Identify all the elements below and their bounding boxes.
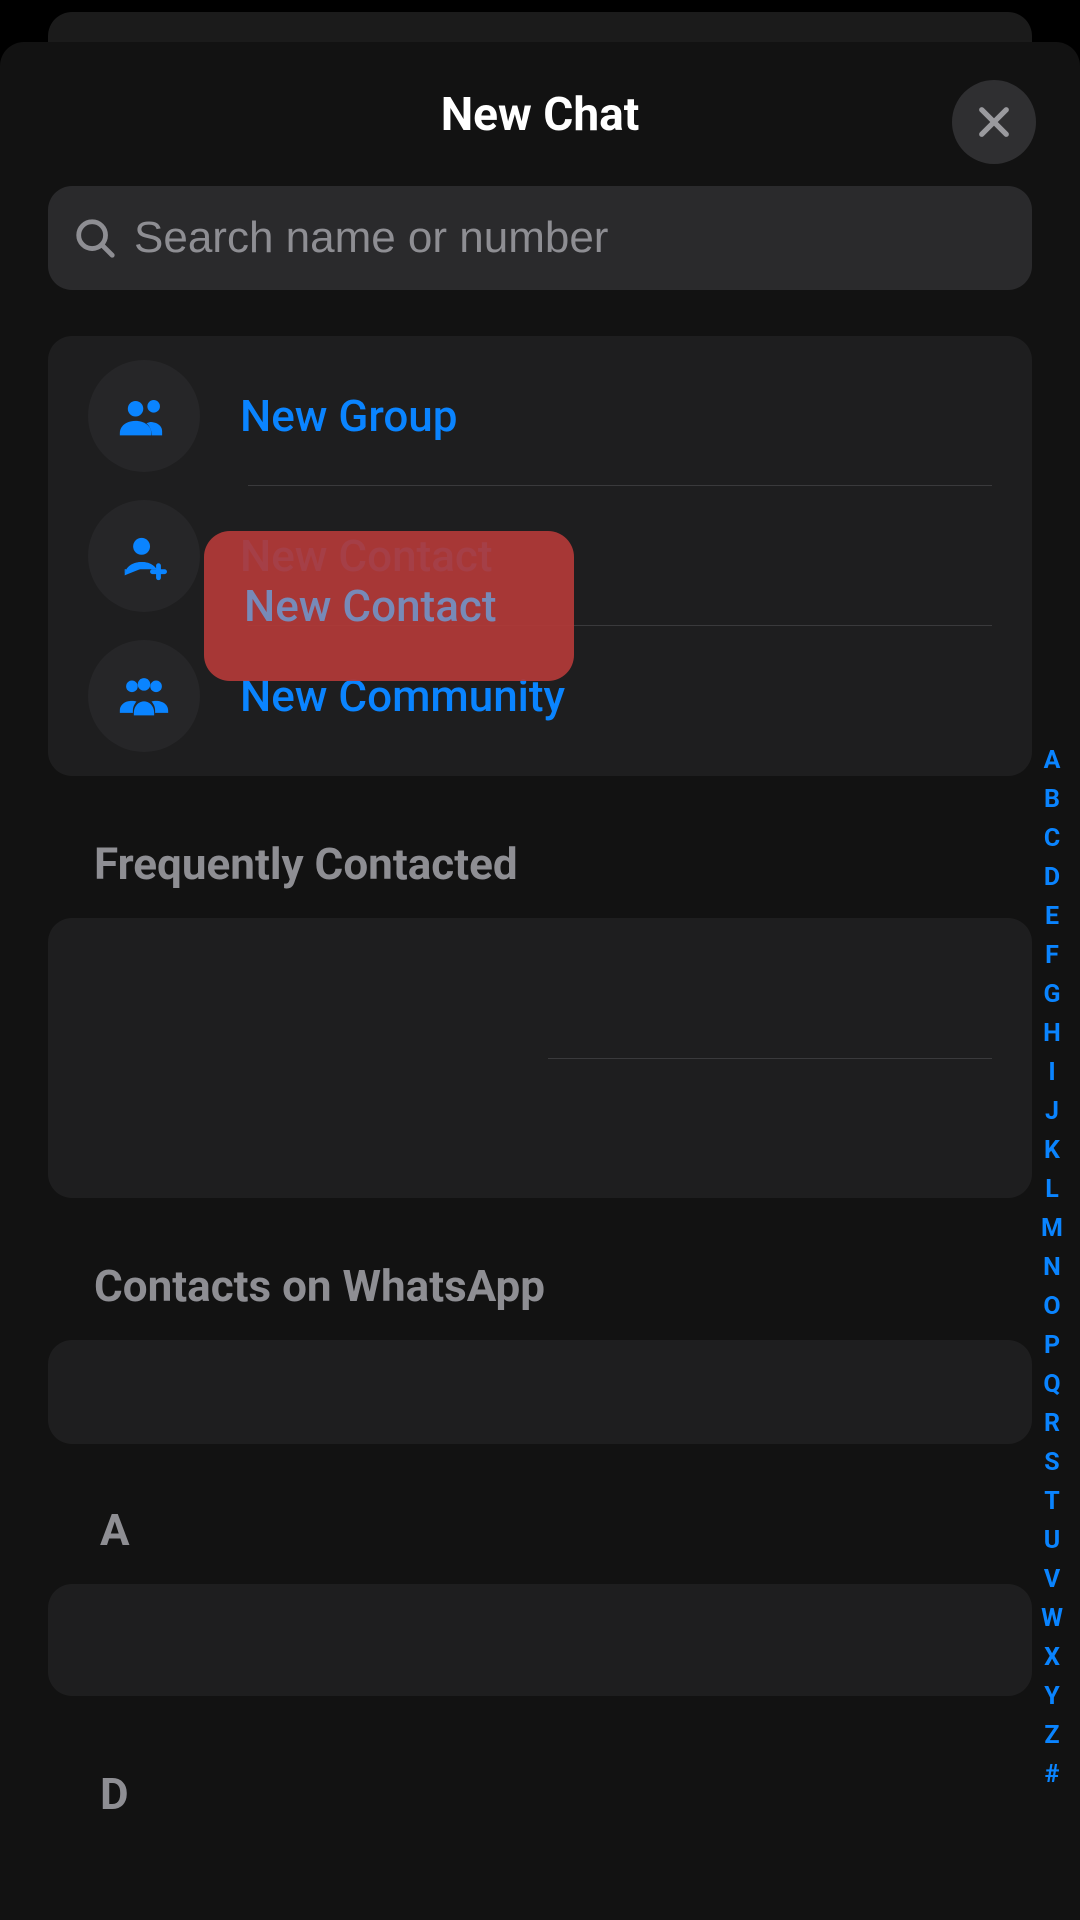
index-letter[interactable]: D [1032, 859, 1072, 897]
index-letter[interactable]: G [1032, 976, 1072, 1014]
new-chat-sheet: New Chat New Group [0, 42, 1080, 1920]
new-community-label: New Community [240, 670, 565, 722]
new-group-row[interactable]: New Group [48, 346, 1032, 486]
new-contact-label: New Contact [240, 530, 493, 582]
new-contact-row[interactable]: New Contact [48, 486, 1032, 626]
contacts-on-whatsapp-card[interactable] [48, 1340, 1032, 1444]
index-letter[interactable]: A [1032, 742, 1072, 780]
quick-actions-card: New Group New Contact [48, 336, 1032, 776]
index-letter[interactable]: S [1032, 1444, 1072, 1482]
index-letter[interactable]: W [1032, 1600, 1072, 1638]
section-letter-d: D [100, 1768, 1080, 1820]
index-letter[interactable]: # [1032, 1756, 1072, 1794]
index-letter[interactable]: B [1032, 781, 1072, 819]
index-letter[interactable]: H [1032, 1015, 1072, 1053]
index-letter[interactable]: X [1032, 1639, 1072, 1677]
page-title: New Chat [441, 88, 640, 142]
group-icon-circle [88, 360, 200, 472]
index-letter[interactable]: U [1032, 1522, 1072, 1560]
new-group-label: New Group [240, 390, 458, 442]
frequently-contacted-card[interactable] [48, 918, 1032, 1198]
new-community-row[interactable]: New Community [48, 626, 1032, 766]
index-letter[interactable]: M [1032, 1210, 1072, 1248]
community-icon [115, 667, 173, 725]
index-letter[interactable]: F [1032, 937, 1072, 975]
search-input[interactable] [134, 213, 1008, 263]
index-letter[interactable]: K [1032, 1132, 1072, 1170]
index-letter[interactable]: E [1032, 898, 1072, 936]
index-letter[interactable]: I [1032, 1054, 1072, 1092]
index-letter[interactable]: N [1032, 1249, 1072, 1287]
index-letter[interactable]: C [1032, 820, 1072, 858]
alphabet-index-bar[interactable]: ABCDEFGHIJKLMNOPQRSTUVWXYZ# [1032, 742, 1072, 1794]
group-icon [115, 387, 173, 445]
index-letter[interactable]: T [1032, 1483, 1072, 1521]
index-letter[interactable]: J [1032, 1093, 1072, 1131]
community-icon-circle [88, 640, 200, 752]
section-letter-a: A [100, 1504, 1080, 1556]
add-contact-icon-circle [88, 500, 200, 612]
index-letter[interactable]: L [1032, 1171, 1072, 1209]
index-letter[interactable]: Y [1032, 1678, 1072, 1716]
frequently-contacted-header: Frequently Contacted [94, 838, 1032, 890]
close-icon [973, 101, 1015, 143]
sheet-header: New Chat [0, 70, 1080, 160]
contacts-a-card[interactable] [48, 1584, 1032, 1696]
search-field[interactable] [48, 186, 1032, 290]
index-letter[interactable]: V [1032, 1561, 1072, 1599]
add-contact-icon [115, 527, 173, 585]
index-letter[interactable]: R [1032, 1405, 1072, 1443]
index-letter[interactable]: P [1032, 1327, 1072, 1365]
separator [548, 1058, 992, 1059]
index-letter[interactable]: Z [1032, 1717, 1072, 1755]
search-icon [72, 215, 118, 261]
index-letter[interactable]: O [1032, 1288, 1072, 1326]
close-button[interactable] [952, 80, 1036, 164]
contacts-on-whatsapp-header: Contacts on WhatsApp [94, 1260, 1032, 1312]
index-letter[interactable]: Q [1032, 1366, 1072, 1404]
